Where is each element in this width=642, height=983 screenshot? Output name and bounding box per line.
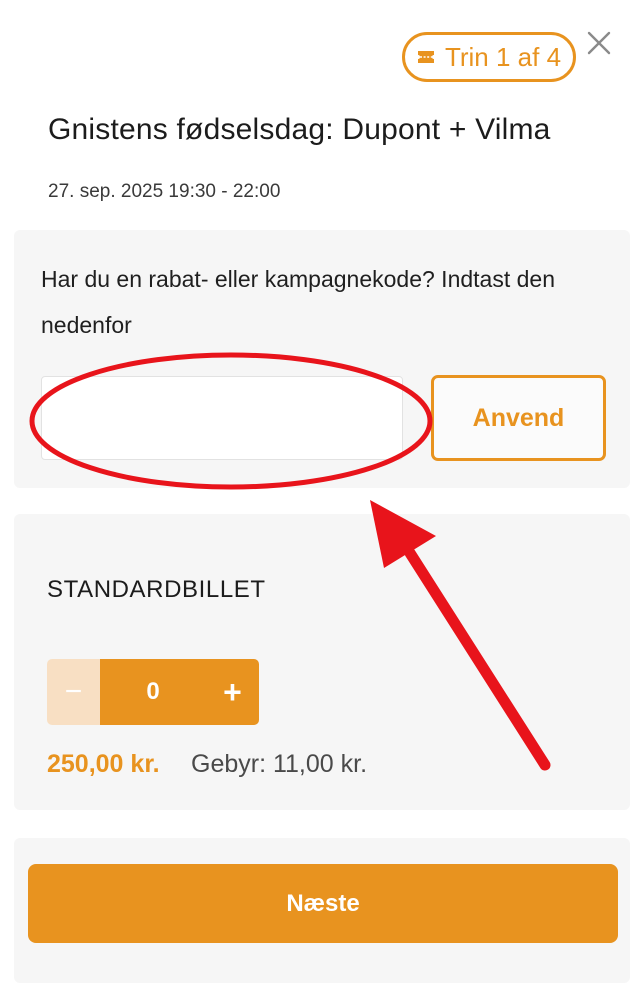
promo-code-input[interactable]	[41, 376, 403, 460]
promo-code-section: Har du en rabat- eller kampagnekode? Ind…	[14, 230, 630, 488]
ticket-type-name: STANDARDBILLET	[47, 576, 266, 603]
annotation-overlay	[29, 352, 551, 771]
ticket-price: 250,00 kr.	[47, 750, 160, 778]
event-datetime: 27. sep. 2025 19:30 - 22:00	[48, 181, 281, 202]
quantity-stepper: − 0 +	[47, 659, 259, 725]
ticket-icon	[417, 51, 434, 63]
ticket-section: STANDARDBILLET − 0 + 250,00 kr. Gebyr: 1…	[14, 514, 630, 810]
step-label: Trin 1 af 4	[444, 41, 562, 72]
ticket-modal: Trin 1 af 4 Gnistens fødselsdag: Dupont …	[0, 0, 642, 983]
step-badge: Trin 1 af 4	[402, 32, 576, 82]
ticket-fee: Gebyr: 11,00 kr.	[191, 750, 368, 778]
decrease-button[interactable]: −	[47, 659, 100, 725]
promo-code-prompt: Har du en rabat- eller kampagnekode? Ind…	[41, 266, 555, 338]
event-title: Gnistens fødselsdag: Dupont + Vilma	[48, 113, 551, 146]
increase-button[interactable]: +	[206, 659, 259, 725]
close-icon[interactable]	[584, 28, 614, 58]
next-button[interactable]: Næste	[28, 864, 618, 943]
quantity-value: 0	[100, 659, 206, 725]
apply-button[interactable]: Anvend	[431, 375, 606, 461]
